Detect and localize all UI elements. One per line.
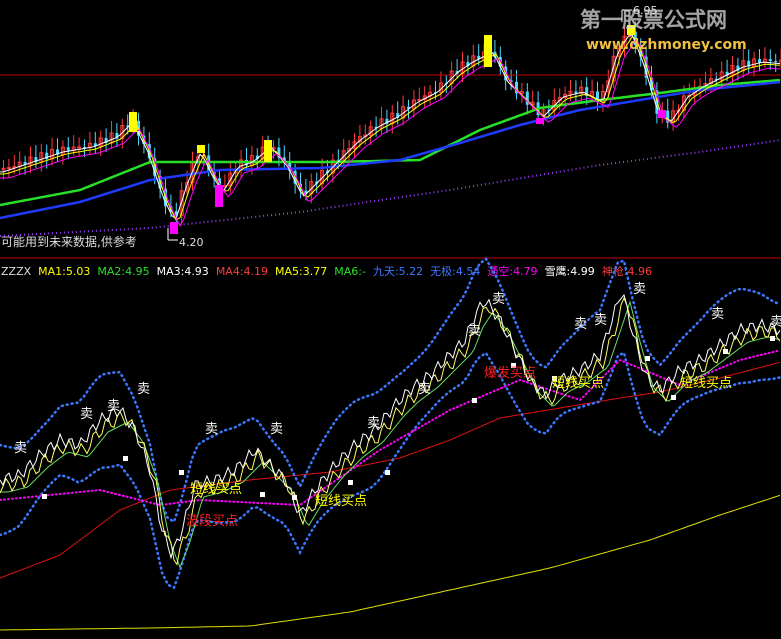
sell-label: 卖 [418,382,431,397]
white-square-marker [770,336,775,341]
candle-body [768,59,772,62]
indicator-item: 无极:4.54 [430,264,480,278]
magenta-signal-marker [215,185,223,207]
candle-body [758,59,761,63]
indicator-bar: ZZZX MA1:5.03 MA2:4.95 MA3:4.93 MA4:4.19 MA5… [1,264,652,278]
sell-label: 卖 [633,282,646,297]
sell-label: 卖 [107,399,120,414]
watermark: 第一股票公式网 www.dzhmoney.com [580,8,747,53]
yellow-signal-marker [197,145,205,153]
short-buy-label: 短线买点 [315,494,367,509]
short-buy-label: 短线买点 [190,482,242,497]
yellow-signal-marker [484,35,492,67]
watermark-url: www.dzhmoney.com [586,37,747,53]
sell-label: 卖 [594,313,607,328]
yellow-signal-marker [129,112,137,132]
candle-body [77,146,82,149]
indicator-item: 九天:5.22 [373,265,423,278]
sell-label: 卖 [14,441,27,456]
white-square-marker [42,494,47,499]
white-square-marker [123,456,128,461]
magenta-signal-marker [170,222,178,234]
candle-body [6,167,11,170]
white-square-marker [472,398,477,403]
indicator-item: 神枪:4.96 [602,264,652,278]
short-buy-label: 短线买点 [680,376,732,391]
indicator-item: MA4:4.19 [216,265,268,278]
indicator-item: MA3:4.93 [157,265,209,278]
indicator-item: MA6:- [334,265,366,278]
sell-label: 卖 [270,422,283,437]
sell-label: 卖 [80,407,93,422]
white-square-marker [179,470,184,475]
white-square-marker [723,349,728,354]
yellow-signal-marker [264,140,272,162]
indicator-item: MA1:5.03 [38,265,90,278]
indicator-item: MA5:3.77 [275,265,327,278]
sell-label: 卖 [492,292,505,307]
candle-body [66,147,70,151]
stock-chart: 6.95 4.20 可能用到未来数据,供参考 第一股票公式网 www.dzhmo… [0,0,781,639]
magenta-signal-marker [658,110,666,118]
disclaimer-text: 可能用到未来数据,供参考 [1,234,137,249]
white-square-marker [385,470,390,475]
sell-label: 卖 [137,382,150,397]
sell-label: 卖 [574,317,587,332]
indicator-name: ZZZX [1,265,32,278]
sell-label: 卖 [711,307,724,322]
candle-body [774,61,778,63]
white-square-marker [645,356,650,361]
magenta-signal-marker [536,118,544,124]
short-buy-label: 短线买点 [552,376,604,391]
indicator-item: 雪鹰:4.99 [545,264,595,278]
white-square-marker [292,495,297,500]
white-square-marker [671,395,676,400]
burst-buy-label: 爆发买点 [484,365,536,381]
sell-label: 卖 [770,315,781,330]
white-square-marker [260,492,265,497]
indicator-item: MA2:4.95 [97,265,149,278]
watermark-title: 第一股票公式网 [580,8,727,32]
sell-label: 卖 [367,416,380,431]
sell-label: 卖 [468,324,481,339]
sell-label: 卖 [205,422,218,437]
price-low-label: 4.20 [179,236,204,249]
mid-buy-label: 波段买点 [186,514,238,529]
white-square-marker [348,480,353,485]
